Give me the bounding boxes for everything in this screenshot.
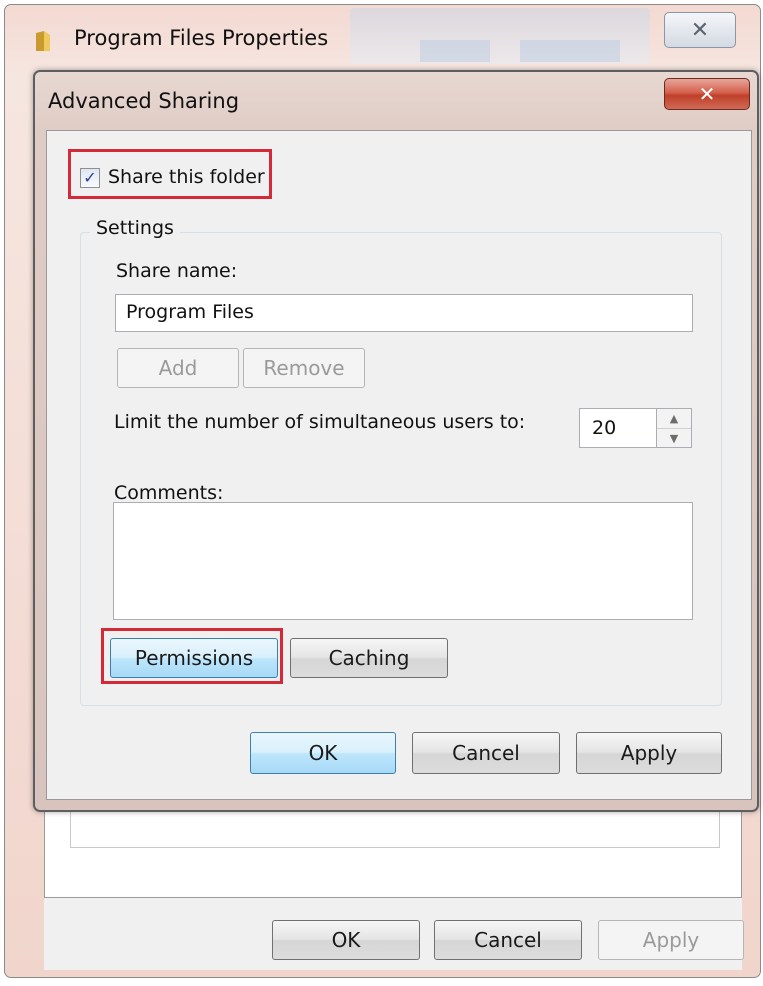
close-button[interactable]: ✕ — [664, 12, 736, 48]
properties-apply-button[interactable]: Apply — [598, 920, 744, 960]
ok-button[interactable]: OK — [250, 732, 396, 774]
background-decoration — [520, 40, 620, 62]
spin-up-icon[interactable]: ▲ — [657, 409, 691, 429]
properties-cancel-button[interactable]: Cancel — [434, 920, 582, 960]
properties-ok-button[interactable]: OK — [272, 920, 420, 960]
comments-field[interactable] — [113, 502, 693, 620]
permissions-button[interactable]: Permissions — [110, 638, 278, 678]
cancel-button[interactable]: Cancel — [412, 732, 560, 774]
user-limit-label: Limit the number of simultaneous users t… — [114, 411, 526, 433]
background-decoration — [420, 40, 490, 62]
close-icon: ✕ — [690, 17, 710, 43]
spin-down-icon[interactable]: ▼ — [657, 429, 691, 448]
share-folder-checkbox[interactable]: ✓ — [80, 168, 100, 188]
share-name-field[interactable]: Program Files — [115, 294, 693, 332]
check-icon: ✓ — [83, 168, 97, 187]
comments-label: Comments: — [114, 482, 224, 504]
user-limit-stepper[interactable]: ▲ ▼ — [656, 408, 692, 448]
close-button[interactable]: ✕ — [664, 78, 750, 110]
caching-button[interactable]: Caching — [290, 638, 448, 678]
window-title: Program Files Properties — [74, 26, 329, 50]
folder-icon — [36, 31, 50, 51]
share-folder-label[interactable]: Share this folder — [108, 166, 265, 188]
share-name-label: Share name: — [116, 260, 238, 282]
user-limit-field[interactable]: 20 — [579, 408, 657, 448]
add-button[interactable]: Add — [117, 348, 239, 388]
settings-legend: Settings — [90, 217, 180, 239]
apply-button[interactable]: Apply — [576, 732, 722, 774]
remove-button[interactable]: Remove — [243, 348, 365, 388]
close-icon: ✕ — [698, 82, 716, 106]
dialog-title: Advanced Sharing — [48, 89, 240, 113]
